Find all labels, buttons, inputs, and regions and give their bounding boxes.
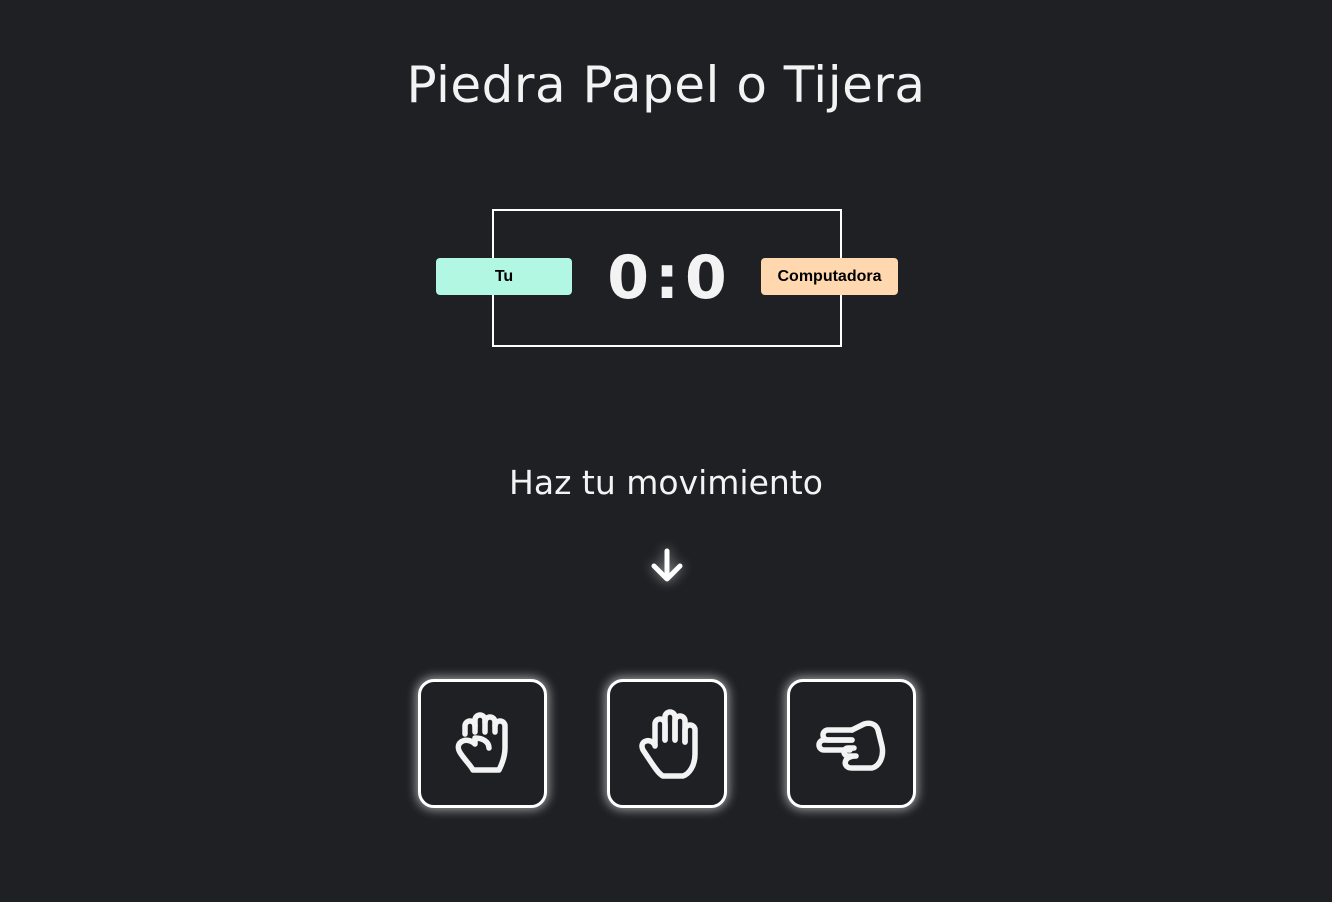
fist-icon [455, 711, 508, 773]
paper-button[interactable] [607, 679, 727, 808]
rock-button[interactable] [418, 679, 547, 808]
move-prompt: Haz tu movimiento [509, 463, 823, 502]
score-separator: : [655, 243, 679, 313]
page-title: Piedra Papel o Tijera [406, 56, 926, 114]
scissors-hand-icon [815, 720, 885, 771]
user-score: 0 [607, 243, 649, 313]
arrow-down-icon [651, 548, 683, 582]
computer-score: 0 [685, 243, 727, 313]
score-display: 0:0 [492, 240, 842, 316]
scissors-button[interactable] [787, 679, 916, 808]
open-hand-icon [639, 708, 698, 779]
